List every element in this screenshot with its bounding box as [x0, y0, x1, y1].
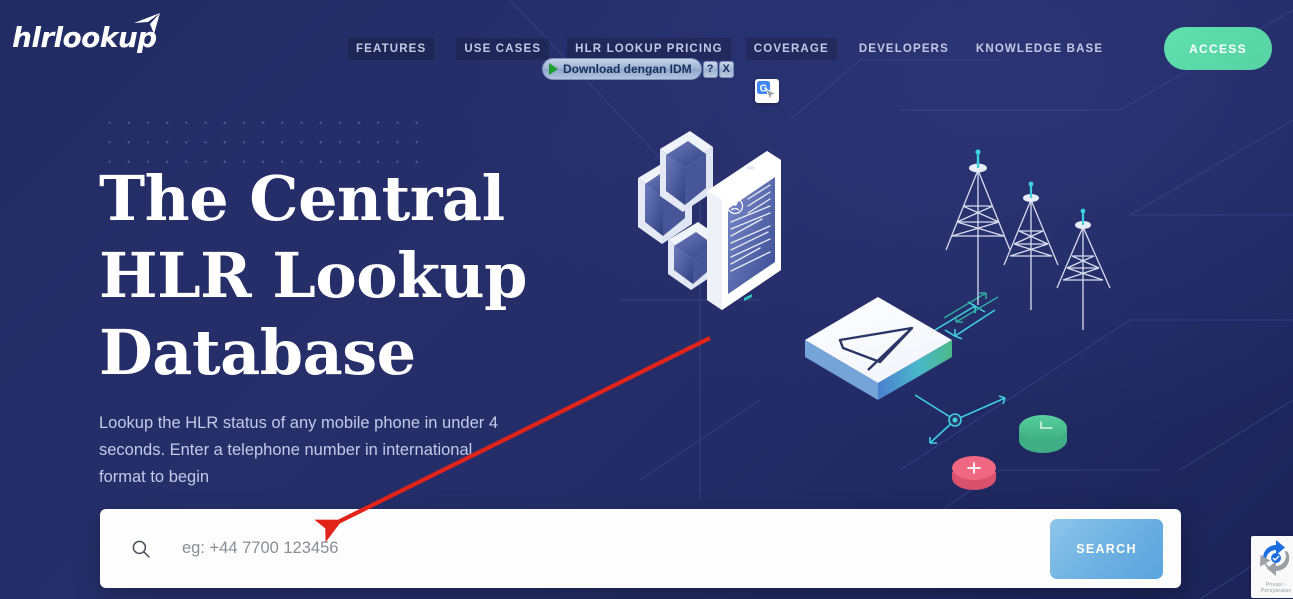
recaptcha-badge[interactable]: Privasi - Persyaratan	[1251, 536, 1293, 598]
isometric-message-card	[805, 297, 952, 400]
isometric-phone-small-2	[660, 131, 713, 212]
paper-plane-icon	[134, 13, 160, 34]
page-title-line-2: HLR Lookup	[99, 239, 527, 312]
play-triangle-icon	[549, 63, 558, 75]
network-arrows	[914, 301, 1006, 444]
cell-tower-1	[945, 149, 1011, 305]
site-header: hlrlookup FEATURES USE CASES HLR LOOKUP …	[0, 0, 1293, 96]
search-icon-container	[100, 539, 182, 559]
recaptcha-label: Privasi - Persyaratan	[1260, 582, 1292, 594]
main-navigation: FEATURES USE CASES HLR LOOKUP PRICING CO…	[348, 38, 1111, 60]
nav-item-hlr-lookup-pricing[interactable]: HLR LOOKUP PRICING	[567, 38, 731, 60]
cell-tower-2	[1003, 181, 1059, 310]
nav-item-use-cases[interactable]: USE CASES	[456, 38, 550, 60]
nav-item-developers[interactable]: DEVELOPERS	[851, 38, 957, 60]
cell-tower-3	[1056, 208, 1111, 330]
recaptcha-icon	[1260, 540, 1290, 576]
nav-item-coverage[interactable]: COVERAGE	[745, 38, 837, 60]
nav-item-knowledge-base[interactable]: KNOWLEDGE BASE	[968, 38, 1111, 60]
idm-download-popup: Download dengan IDM ? X	[542, 58, 734, 80]
pink-plus-disc	[952, 456, 996, 490]
magnifier-icon	[132, 540, 150, 558]
search-input[interactable]	[182, 528, 1050, 569]
idm-download-label: Download dengan IDM	[563, 62, 692, 76]
page-title-line-3: Database	[99, 316, 416, 389]
page-title: The Central HLR Lookup Database	[99, 160, 659, 391]
idm-help-button[interactable]: ?	[702, 60, 718, 78]
google-translate-icon[interactable]: G	[755, 79, 779, 103]
network-arrows-left	[943, 292, 999, 323]
access-button[interactable]: ACCESS	[1164, 27, 1272, 70]
idm-close-button[interactable]: X	[718, 60, 734, 78]
idm-download-button[interactable]: Download dengan IDM	[542, 58, 702, 80]
isometric-tablet-contact-card	[707, 151, 781, 310]
page-root: hlrlookup FEATURES USE CASES HLR LOOKUP …	[0, 0, 1293, 599]
search-button[interactable]: SEARCH	[1050, 518, 1163, 579]
search-bar: SEARCH	[100, 509, 1181, 588]
page-title-line-1: The Central	[99, 162, 505, 235]
isometric-phone-small-3	[668, 222, 721, 290]
green-clock-disc	[1019, 415, 1067, 453]
hero-subtitle: Lookup the HLR status of any mobile phon…	[99, 414, 499, 486]
nav-item-features[interactable]: FEATURES	[348, 38, 435, 60]
logo[interactable]: hlrlookup	[12, 13, 160, 52]
